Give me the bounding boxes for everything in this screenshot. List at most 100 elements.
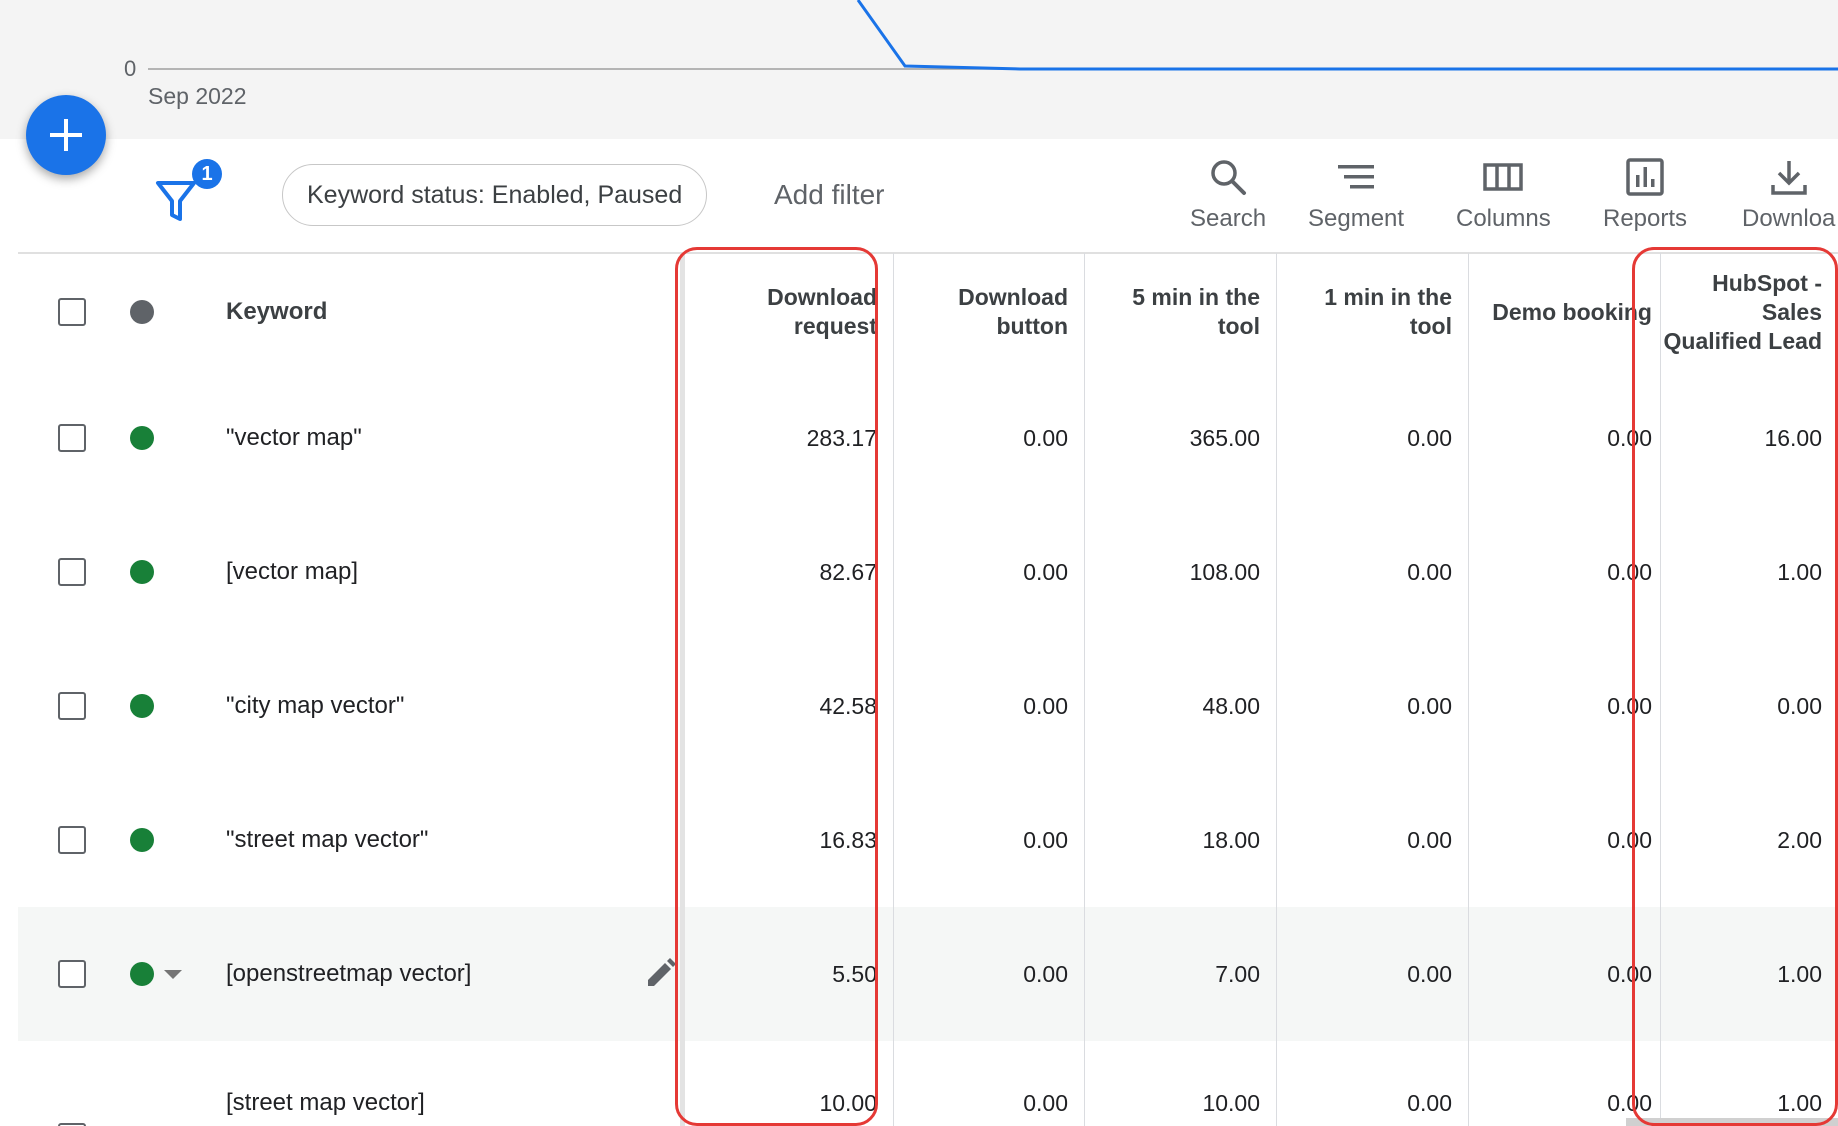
header-download-button-line1: Download (958, 284, 1068, 310)
row-checkbox-cell (58, 639, 98, 773)
edit-keyword-cell (640, 907, 680, 1041)
status-enabled-dot[interactable] (130, 426, 154, 450)
search-icon (1211, 160, 1247, 195)
one-min-cell: 0.00 (1407, 826, 1452, 853)
add-filter-button[interactable]: Add filter (774, 179, 885, 211)
chart-series-line (856, 0, 1838, 71)
keyword-cell[interactable]: [street map vector] (218, 1041, 678, 1126)
columns-button[interactable]: Columns (1456, 157, 1551, 233)
horizontal-scrollbar[interactable] (1626, 1118, 1838, 1126)
keyword-cell[interactable]: "city map vector" (218, 639, 678, 773)
header-status-cell (130, 253, 170, 371)
row-checkbox[interactable] (58, 692, 86, 720)
demo-booking-cell: 0.00 (1607, 960, 1652, 987)
frozen-column-divider[interactable] (680, 253, 685, 1126)
row-checkbox[interactable] (58, 826, 86, 854)
download-request-cell: 283.17 (806, 424, 877, 451)
demo-booking-cell: 0.00 (1607, 424, 1652, 451)
download-button[interactable]: Downloa (1742, 157, 1835, 233)
download-button-cell: 0.00 (1023, 558, 1068, 585)
plus-icon (50, 119, 82, 151)
hubspot-cell: 2.00 (1777, 826, 1822, 853)
one-min-cell: 0.00 (1407, 1089, 1452, 1116)
row-status-cell (130, 907, 190, 1041)
status-enabled-dot[interactable] (130, 694, 154, 718)
download-button-cell: 0.00 (1023, 1089, 1068, 1116)
row-checkbox[interactable] (58, 424, 86, 452)
table-row[interactable]: "street map vector" 16.83 0.00 18.00 0.0… (18, 773, 1838, 908)
header-download-request-line1: Download (767, 284, 877, 310)
download-label: Downloa (1742, 205, 1836, 232)
column-divider (893, 253, 894, 1126)
header-five-min-line2: tool (1217, 313, 1260, 339)
filter-count-badge: 1 (192, 159, 222, 189)
row-checkbox[interactable] (58, 558, 86, 586)
download-request-cell: 82.67 (819, 558, 877, 585)
row-status-cell (130, 1041, 170, 1126)
columns-icon (1483, 163, 1524, 191)
keyword-cell[interactable]: "vector map" (218, 371, 678, 505)
header-hubspot-line1: HubSpot - (1712, 269, 1822, 296)
header-one-min[interactable]: 1 min in the tool (1276, 253, 1468, 371)
download-request-cell: 5.50 (832, 960, 877, 987)
status-header-dot[interactable] (130, 300, 154, 324)
table-header-row: Keyword Download request Download button 5… (18, 253, 1838, 374)
pencil-edit-icon[interactable] (644, 958, 676, 990)
demo-booking-cell: 0.00 (1607, 826, 1652, 853)
select-all-checkbox[interactable] (58, 298, 86, 326)
header-demo-booking[interactable]: Demo booking (1468, 253, 1660, 371)
column-divider (1468, 253, 1469, 1126)
status-enabled-dot[interactable] (130, 560, 154, 584)
table-row[interactable]: [street map vector] 10.00 0.00 10.00 0.0… (18, 1041, 1838, 1126)
columns-label: Columns (1456, 205, 1551, 232)
header-five-min[interactable]: 5 min in the tool (1084, 253, 1276, 371)
five-min-cell: 108.00 (1189, 558, 1260, 585)
row-status-cell (130, 639, 170, 773)
keyword-status-filter-chip[interactable]: Keyword status: Enabled, Paused (282, 164, 708, 226)
header-one-min-line1: 1 min in the (1324, 284, 1452, 310)
keyword-cell[interactable]: [vector map] (218, 505, 678, 639)
chart-x-start-label: Sep 2022 (148, 83, 247, 109)
row-checkbox-cell (58, 907, 98, 1041)
header-download-button-line2: button (996, 313, 1068, 339)
row-status-cell (130, 505, 170, 639)
five-min-cell: 18.00 (1202, 826, 1260, 853)
filter-funnel-icon (156, 181, 196, 221)
header-hubspot[interactable]: HubSpot - Sales Qualified Lead (1660, 253, 1838, 371)
header-five-min-line1: 5 min in the (1132, 284, 1260, 310)
search-button[interactable]: Search (1190, 157, 1266, 233)
keyword-cell[interactable]: "street map vector" (218, 773, 678, 907)
reports-icon (1626, 158, 1664, 196)
column-divider (1276, 253, 1277, 1126)
table-row[interactable]: [openstreetmap vector] 5.50 0.00 7.00 0.… (18, 907, 1838, 1042)
filter-button[interactable]: 1 (154, 159, 228, 229)
add-keyword-button[interactable] (26, 95, 106, 175)
download-button-cell: 0.00 (1023, 692, 1068, 719)
table-row[interactable]: [vector map] 82.67 0.00 108.00 0.00 0.00… (18, 505, 1838, 640)
one-min-cell: 0.00 (1407, 558, 1452, 585)
header-download-button[interactable]: Download button (893, 253, 1084, 371)
download-button-cell: 0.00 (1023, 424, 1068, 451)
demo-booking-cell: 0.00 (1607, 692, 1652, 719)
download-button-cell: 0.00 (1023, 960, 1068, 987)
status-enabled-dot[interactable] (130, 962, 154, 986)
header-download-request-line2: request (793, 313, 877, 339)
keywords-table: Keyword Download request Download button 5… (18, 253, 1838, 1126)
header-download-request[interactable]: Download request (685, 253, 893, 371)
hubspot-cell: 1.00 (1777, 1089, 1822, 1116)
keyword-cell[interactable]: [openstreetmap vector] (218, 907, 638, 1041)
download-button-cell: 0.00 (1023, 826, 1068, 853)
header-keyword[interactable]: Keyword (218, 253, 678, 371)
reports-button[interactable]: Reports (1603, 157, 1687, 233)
table-row[interactable]: "city map vector" 42.58 0.00 48.00 0.00 … (18, 639, 1838, 774)
chart-line-svg (148, 0, 1838, 71)
segment-button[interactable]: Segment (1308, 157, 1404, 233)
row-checkbox[interactable] (58, 960, 86, 988)
table-row[interactable]: "vector map" 283.17 0.00 365.00 0.00 0.0… (18, 371, 1838, 506)
status-dropdown-caret-icon[interactable] (162, 967, 184, 981)
five-min-cell: 48.00 (1202, 692, 1260, 719)
one-min-cell: 0.00 (1407, 960, 1452, 987)
download-request-cell: 16.83 (819, 826, 877, 853)
column-divider (1660, 253, 1661, 1126)
status-enabled-dot[interactable] (130, 828, 154, 852)
